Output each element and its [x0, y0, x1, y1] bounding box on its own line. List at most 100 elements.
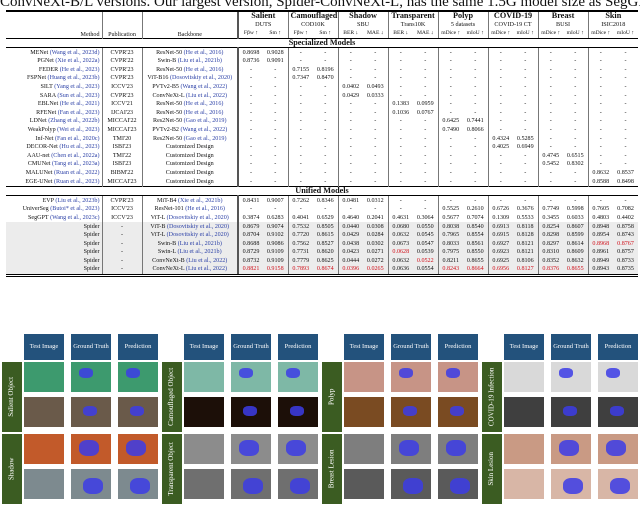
citation-link[interactable]: (Wei et al., 2023): [57, 127, 99, 133]
citation-link[interactable]: (Fan et al., 2023): [58, 110, 100, 116]
row-label-text: COVID-19 Infection: [487, 367, 496, 427]
citation-link[interactable]: (Liu et al., 2021b): [178, 241, 222, 247]
table-row: SILT (Yang et al., 2023) ICCV'23 PVTv2-B5 …: [6, 82, 638, 92]
metric-value: -: [624, 75, 627, 82]
citation-link[interactable]: (Gao et al., 2019): [184, 136, 227, 142]
citation-link[interactable]: (He et al., 2021): [60, 101, 100, 107]
citation-link[interactable]: (Sun et al., 2023): [57, 93, 99, 99]
table-row: UniverSeg (Butoi* et al., 2023) ICCV'23 Re…: [6, 205, 638, 214]
metric-value: 0.8470: [316, 75, 334, 82]
metric-value: -: [237, 134, 263, 143]
column-header: Ground Truth: [71, 334, 111, 360]
column-header: Test Image: [344, 334, 384, 360]
citation-link[interactable]: (He et al., 2016): [184, 101, 224, 107]
segmentation-mask: [563, 478, 583, 494]
metric-value: 0.6915: [487, 230, 514, 240]
metric-value: -: [524, 58, 527, 65]
header-metric: Sm ↑: [263, 29, 288, 39]
metric-value: 0.5525: [437, 205, 464, 214]
publication-cell: ICCV'23: [101, 82, 142, 92]
segmentation-mask: [130, 406, 144, 416]
metric-value: 0.0444: [337, 256, 364, 266]
citation-link[interactable]: (Wang et al., 2022): [181, 84, 228, 90]
citation-link[interactable]: (Tang et al., 2023a): [52, 161, 99, 167]
metric-value: 0.8821: [237, 265, 263, 276]
metric-value: 0.8743: [613, 230, 639, 240]
metric-value: 0.0522: [413, 256, 439, 266]
citation-link[interactable]: (Fan et al., 2020c): [55, 136, 100, 142]
citation-link[interactable]: (Xie et al., 2022a): [55, 58, 99, 64]
method-name: AAU-net: [27, 152, 50, 159]
publication-cell: BIBM'22: [101, 168, 142, 178]
citation-link[interactable]: (Dosovitskiy et al., 2020): [167, 224, 229, 230]
citation-link[interactable]: (Chen et al., 2022a): [51, 153, 99, 159]
metric-value: -: [424, 66, 427, 73]
citation-link[interactable]: (Liu et al., 2022): [186, 258, 227, 264]
prediction-image: [438, 362, 478, 392]
backbone-cell: ConvNeXt-L (Liu et al., 2022): [141, 265, 238, 276]
citation-link[interactable]: (Ruan et al., 2023): [54, 179, 100, 185]
header-task-shadow: Shadow: [337, 10, 389, 21]
ground-truth-image: [71, 469, 111, 499]
citation-link[interactable]: (Wang et al., 2022): [181, 127, 228, 133]
citation-link[interactable]: (Yang et al., 2023): [54, 84, 99, 90]
publication-cell: IJCAI'23: [101, 108, 142, 118]
metric-value: -: [374, 109, 377, 116]
citation-link[interactable]: (He et al., 2016): [184, 50, 224, 56]
citation-link[interactable]: (Liu et al., 2022): [186, 266, 227, 272]
citation-link[interactable]: (Liu et al., 2021b): [178, 58, 222, 64]
citation-link[interactable]: (Dosovitskiy et al., 2020): [167, 232, 229, 238]
metric-value: -: [387, 91, 414, 100]
metric-value: -: [587, 151, 614, 161]
citation-link[interactable]: (Liu et al., 2021b): [177, 249, 221, 255]
citation-link[interactable]: (He et al., 2023): [60, 67, 100, 73]
metric-value: -: [274, 178, 277, 185]
citation-link[interactable]: (Ruan et al., 2022): [54, 170, 100, 176]
metric-value: -: [537, 108, 564, 118]
metric-value: -: [624, 92, 627, 99]
table-row: EBLNet (He et al., 2021) ICCV'21 ResNet-50…: [6, 99, 638, 109]
prediction-image: [278, 397, 318, 427]
ground-truth-image: [551, 469, 591, 499]
citation-link[interactable]: (Huang et al., 2023b): [48, 75, 100, 81]
metric-value: -: [524, 152, 527, 159]
segmentation-mask: [610, 406, 624, 416]
header-task-skin: Skin: [587, 10, 639, 21]
metric-value: -: [474, 75, 477, 82]
citation-link[interactable]: (Butoi* et al., 2023): [50, 206, 99, 212]
metric-value: -: [337, 168, 364, 178]
metric-value: -: [624, 126, 627, 133]
citation-link[interactable]: (He et al., 2016): [184, 67, 224, 73]
citation-link[interactable]: (Hu et al., 2023): [59, 144, 99, 150]
backbone-name: Swin-L: [157, 249, 176, 256]
metric-value: 0.6726: [487, 205, 514, 214]
metric-value: -: [587, 74, 614, 83]
metric-value: -: [487, 74, 514, 83]
citation-link[interactable]: (Liu et al., 2022): [186, 93, 227, 99]
backbone-name: Res2Net-50: [153, 135, 183, 142]
segmentation-mask: [610, 478, 630, 494]
method-name: WeakPolyp: [27, 126, 56, 133]
citation-link[interactable]: (Gao et al., 2019): [184, 118, 227, 124]
citation-link[interactable]: (Dosovitskiy et al., 2020): [170, 75, 232, 81]
citation-link[interactable]: (Liu et al., 2023b): [55, 198, 99, 204]
metric-value: 0.8609: [563, 248, 589, 257]
row-label: Breast Lesion: [322, 434, 342, 504]
citation-link[interactable]: (Wang et al., 2023c): [50, 215, 99, 221]
citation-link[interactable]: (Wang et al., 2023d): [50, 50, 100, 56]
metric-value: -: [424, 92, 427, 99]
method-cell: DECOR-Net (Hu et al., 2023): [6, 143, 102, 152]
header-metric: mIoU ↑: [613, 29, 639, 39]
citation-link[interactable]: (Xie et al., 2021b): [178, 198, 223, 204]
prediction-image: [278, 469, 318, 499]
citation-link[interactable]: (He et al., 2016): [185, 206, 225, 212]
backbone-name: Customized Design: [165, 178, 214, 185]
citation-link[interactable]: (He et al., 2016): [184, 110, 224, 116]
ground-truth-image: [551, 397, 591, 427]
metric-value: 0.7605: [587, 205, 614, 214]
citation-link[interactable]: (Dosovitskiy et al., 2020): [167, 215, 229, 221]
segmentation-mask: [83, 406, 97, 416]
citation-link[interactable]: (Zhang et al., 2022b): [48, 118, 99, 124]
metric-value: -: [424, 75, 427, 82]
metric-value: -: [324, 152, 327, 159]
